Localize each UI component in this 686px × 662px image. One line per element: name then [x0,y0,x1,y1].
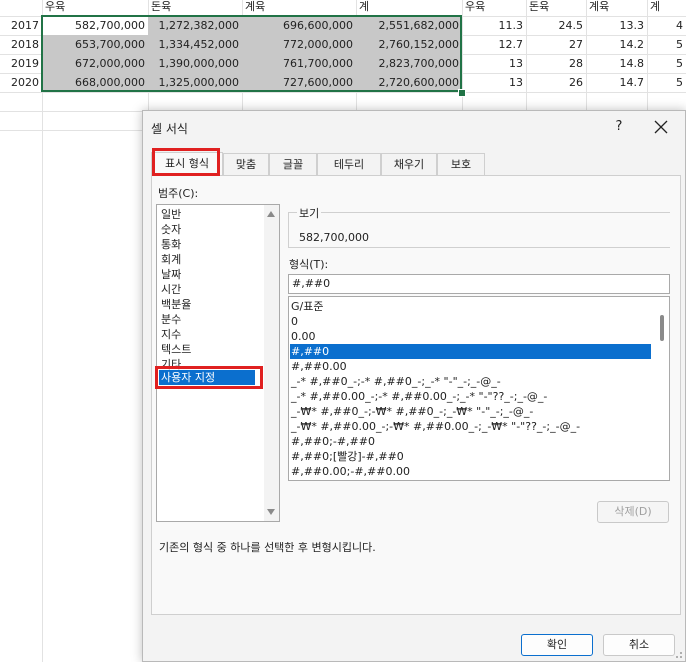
close-icon [654,120,668,134]
format-item[interactable]: #,##0.00 [291,359,347,374]
format-item[interactable]: _-₩* #,##0_-;-₩* #,##0_-;_-₩* "-"_-;_-@_… [291,404,533,419]
grid-line [42,0,43,662]
selection-border [41,15,462,92]
data-cell[interactable]: 13.3 [586,16,647,35]
header-cell[interactable]: 우육 [462,0,526,16]
format-item[interactable]: #,##0;[빨강]-#,##0 [291,449,404,464]
data-cell[interactable]: 13 [462,54,526,73]
category-item[interactable]: 분수 [161,312,181,327]
format-item[interactable]: _-* #,##0_-;-* #,##0_-;_-* "-"_-;_-@_- [291,374,501,389]
sample-label: 보기 [297,205,322,221]
format-item[interactable]: #,##0;-#,##0 [291,434,375,449]
header-cell[interactable]: 계육 [242,0,356,16]
data-cell[interactable]: 27 [526,35,586,54]
description-text: 기존의 형식 중 하나를 선택한 후 변형시킵니다. [159,541,376,554]
tab-font[interactable]: 글꼴 [269,153,317,175]
tab-fill[interactable]: 채우기 [381,153,437,175]
tab-border[interactable]: 테두리 [317,153,381,175]
category-item[interactable]: 지수 [161,327,181,342]
delete-button[interactable]: 삭제(D) [597,501,669,523]
format-item-selected[interactable]: #,##0 [290,344,651,359]
category-item[interactable]: 날짜 [161,267,181,282]
grid-line [0,92,686,93]
data-cell[interactable]: 12.7 [462,35,526,54]
category-item-custom[interactable]: 사용자 지정 [159,370,255,385]
category-item[interactable]: 시간 [161,282,181,297]
tab-number[interactable]: 표시 형식 [151,152,223,176]
fill-handle[interactable] [458,89,466,97]
category-item[interactable]: 회계 [161,252,181,267]
data-cell[interactable]: 14.2 [586,35,647,54]
data-cell[interactable]: 5 [647,35,686,54]
format-scrollbar[interactable] [654,297,669,480]
year-cell[interactable]: 2020 [0,73,42,92]
data-cell[interactable]: 24.5 [526,16,586,35]
header-cell[interactable]: 계 [647,0,686,16]
scroll-down-icon[interactable] [267,509,275,515]
year-cell[interactable]: 2019 [0,54,42,73]
format-item[interactable]: 0.00 [291,329,316,344]
category-item[interactable]: 숫자 [161,222,181,237]
format-cells-dialog: 셀 서식 ? 표시 형식 맞춤 글꼴 테두리 채우기 보호 범주(C): 일반 … [142,110,686,662]
format-item[interactable]: _-* #,##0.00_-;-* #,##0.00_-;_-* "-"??_-… [291,389,547,404]
scroll-up-icon[interactable] [267,211,275,217]
format-item[interactable]: _-₩* #,##0.00_-;-₩* #,##0.00_-;_-₩* "-"?… [291,419,580,434]
data-cell[interactable]: 14.7 [586,73,647,92]
data-cell[interactable]: 4 [647,16,686,35]
help-button[interactable]: ? [609,117,629,137]
header-cell[interactable]: 돈육 [526,0,586,16]
category-item[interactable]: 텍스트 [161,342,191,357]
format-list[interactable]: G/표준 0 0.00 #,##0 #,##0.00 _-* #,##0_-;-… [288,296,670,481]
category-item[interactable]: 통화 [161,237,181,252]
category-item[interactable]: 백분율 [161,297,191,312]
sample-value: 582,700,000 [299,231,369,244]
data-cell[interactable]: 28 [526,54,586,73]
header-cell[interactable]: 돈육 [148,0,242,16]
category-label: 범주(C): [158,187,199,200]
data-cell[interactable]: 5 [647,54,686,73]
resize-grip-icon[interactable] [673,649,683,659]
format-item[interactable]: #,##0.00;-#,##0.00 [291,464,410,479]
header-cell[interactable]: 계 [356,0,462,16]
data-cell[interactable]: 14.8 [586,54,647,73]
tab-alignment[interactable]: 맞춤 [223,153,269,175]
format-item[interactable]: 0 [291,314,298,329]
type-input[interactable]: #,##0 [288,274,670,294]
year-cell[interactable]: 2018 [0,35,42,54]
data-cell[interactable]: 13 [462,73,526,92]
category-list[interactable]: 일반 숫자 통화 회계 날짜 시간 백분율 분수 지수 텍스트 기타 사용자 지… [156,204,280,522]
data-cell[interactable]: 11.3 [462,16,526,35]
cancel-button[interactable]: 취소 [603,634,675,656]
dialog-title: 셀 서식 [151,122,188,136]
format-item[interactable]: G/표준 [291,299,323,314]
ok-button[interactable]: 확인 [521,634,593,656]
header-cell[interactable]: 계육 [586,0,647,16]
data-cell[interactable]: 26 [526,73,586,92]
scroll-thumb[interactable] [660,315,664,341]
category-scrollbar[interactable] [264,205,279,521]
category-item[interactable]: 일반 [161,207,181,222]
year-cell[interactable]: 2017 [0,16,42,35]
close-button[interactable] [649,115,673,139]
type-label: 형식(T): [289,258,329,271]
tab-bar: 표시 형식 맞춤 글꼴 테두리 채우기 보호 [151,152,681,176]
header-cell[interactable]: 우육 [42,0,148,16]
tab-protection[interactable]: 보호 [437,153,485,175]
data-cell[interactable]: 5 [647,73,686,92]
